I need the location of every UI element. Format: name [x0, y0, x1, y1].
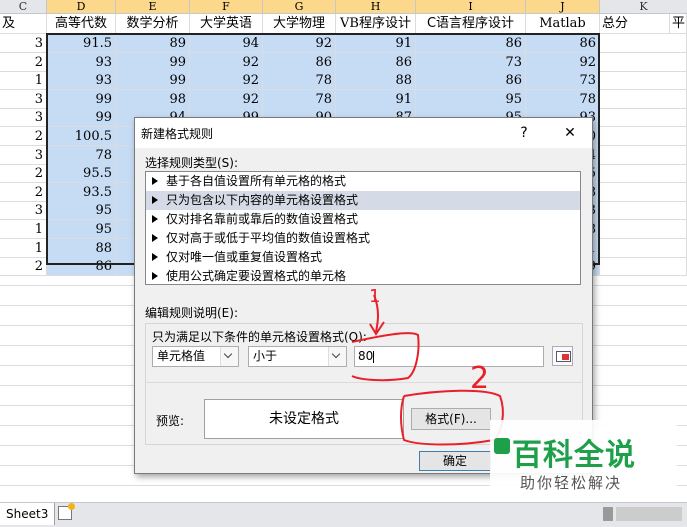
- watermark-subtitle: 助你轻松解决: [520, 474, 623, 492]
- watermark-title: 百科全说: [512, 438, 636, 473]
- sheet-tab-bar: Sheet3: [0, 502, 687, 527]
- scroll-left-icon[interactable]: [603, 507, 613, 521]
- sheet-tab[interactable]: Sheet3: [0, 503, 56, 525]
- new-sheet-icon[interactable]: [58, 503, 75, 520]
- horizontal-scrollbar[interactable]: [616, 507, 682, 521]
- annotation-box-1: [351, 332, 420, 382]
- annotation-number-1: 1: [369, 286, 380, 307]
- annotation-number-2: 2: [470, 361, 489, 396]
- annotation-box-2: [400, 389, 504, 446]
- watermark: 百科全说 助你轻松解决: [490, 420, 677, 500]
- logo-icon: [494, 438, 510, 454]
